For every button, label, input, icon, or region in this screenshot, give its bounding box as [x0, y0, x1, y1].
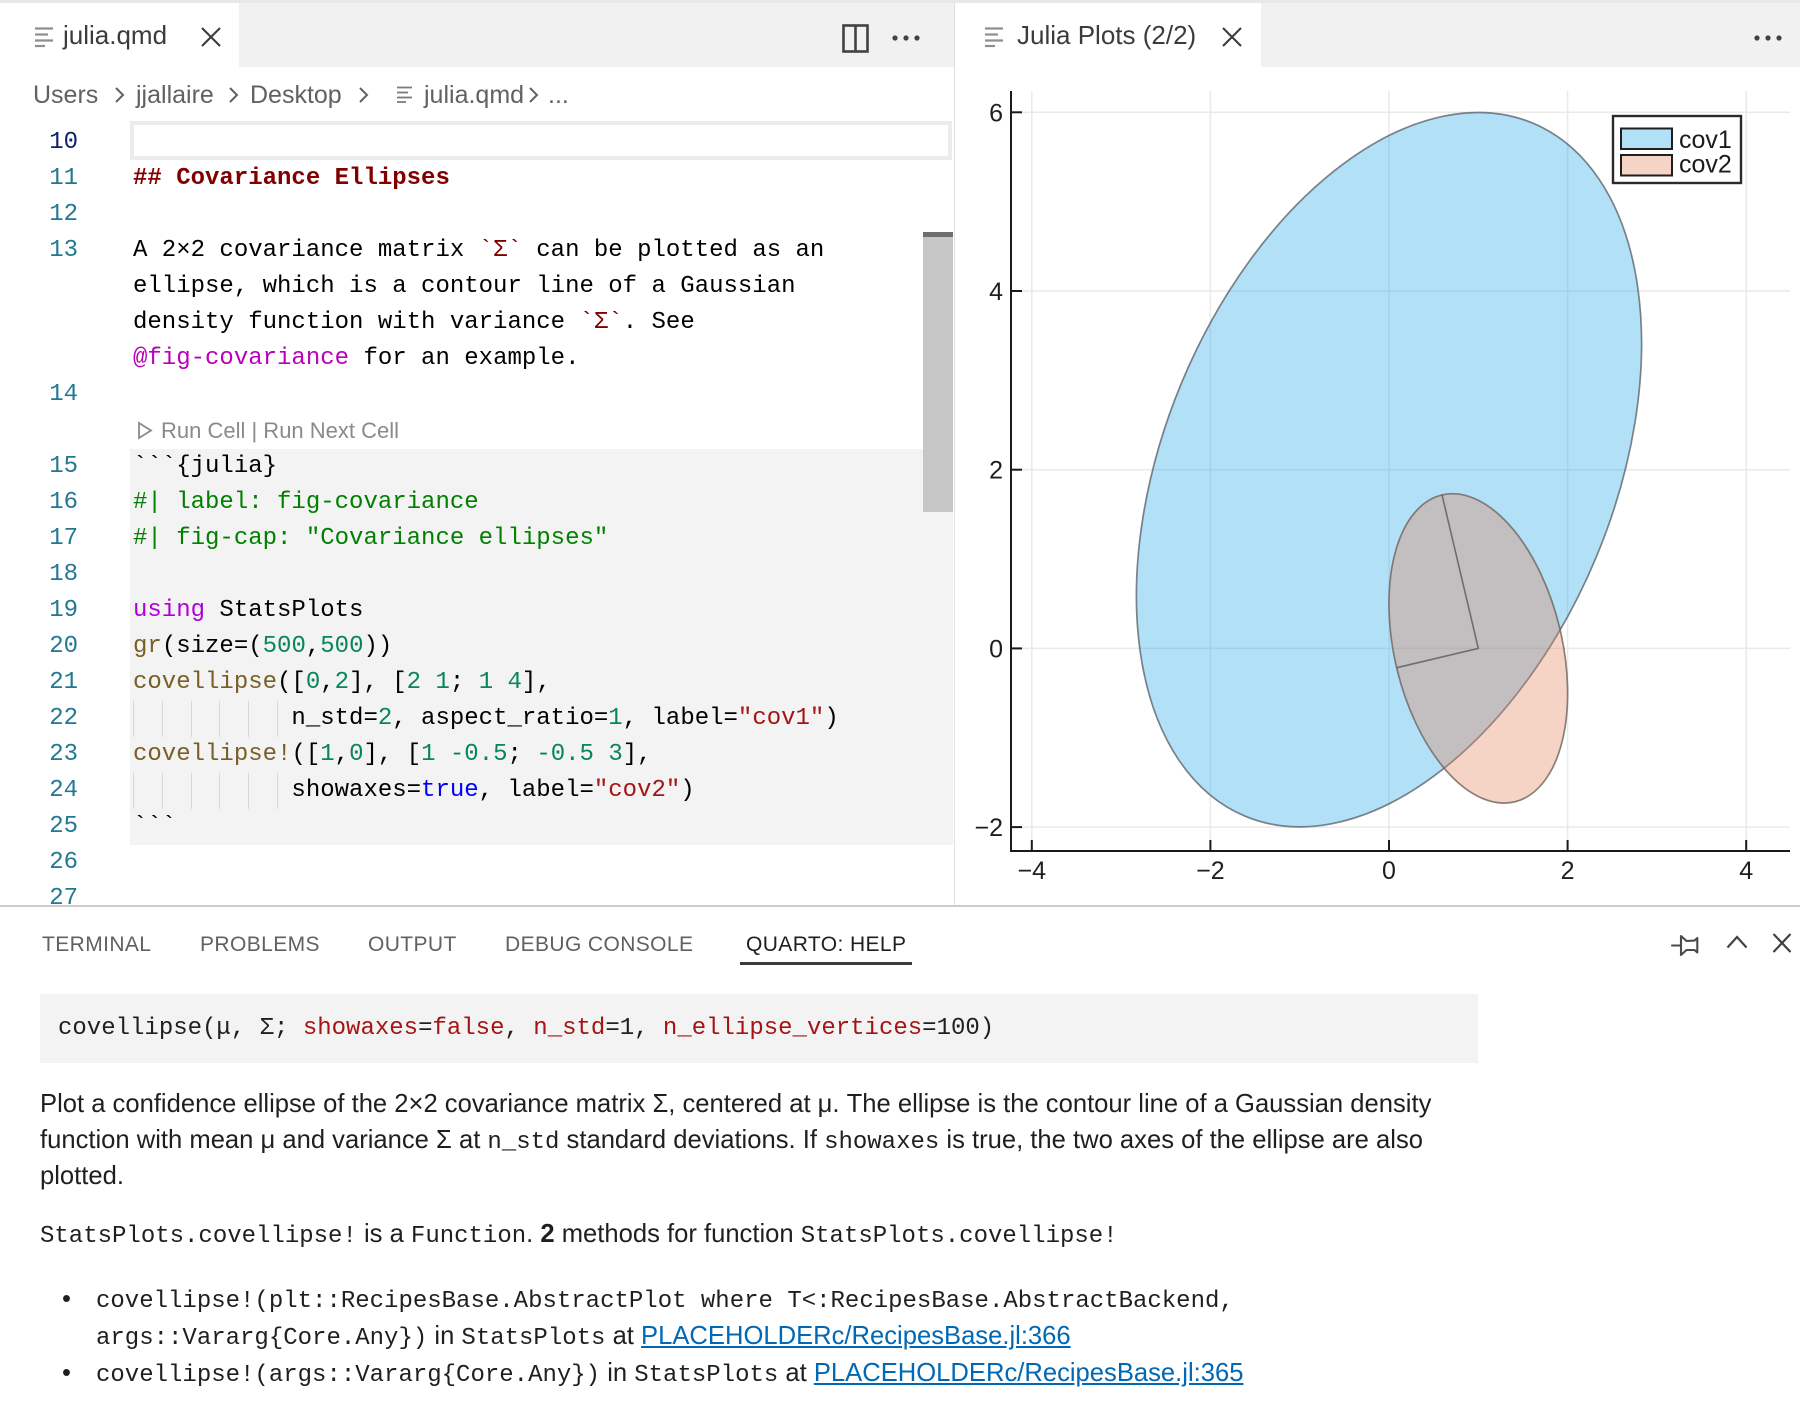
svg-text:−2: −2 [974, 814, 1003, 842]
svg-text:−2: −2 [1196, 857, 1225, 885]
svg-text:4: 4 [989, 278, 1003, 306]
svg-text:4: 4 [1739, 857, 1753, 885]
svg-text:cov2: cov2 [1679, 151, 1732, 179]
svg-text:0: 0 [989, 635, 1003, 663]
svg-text:6: 6 [989, 99, 1003, 127]
svg-text:−4: −4 [1018, 857, 1047, 885]
svg-text:2: 2 [1561, 857, 1575, 885]
svg-text:0: 0 [1382, 857, 1396, 885]
svg-text:2: 2 [989, 457, 1003, 485]
